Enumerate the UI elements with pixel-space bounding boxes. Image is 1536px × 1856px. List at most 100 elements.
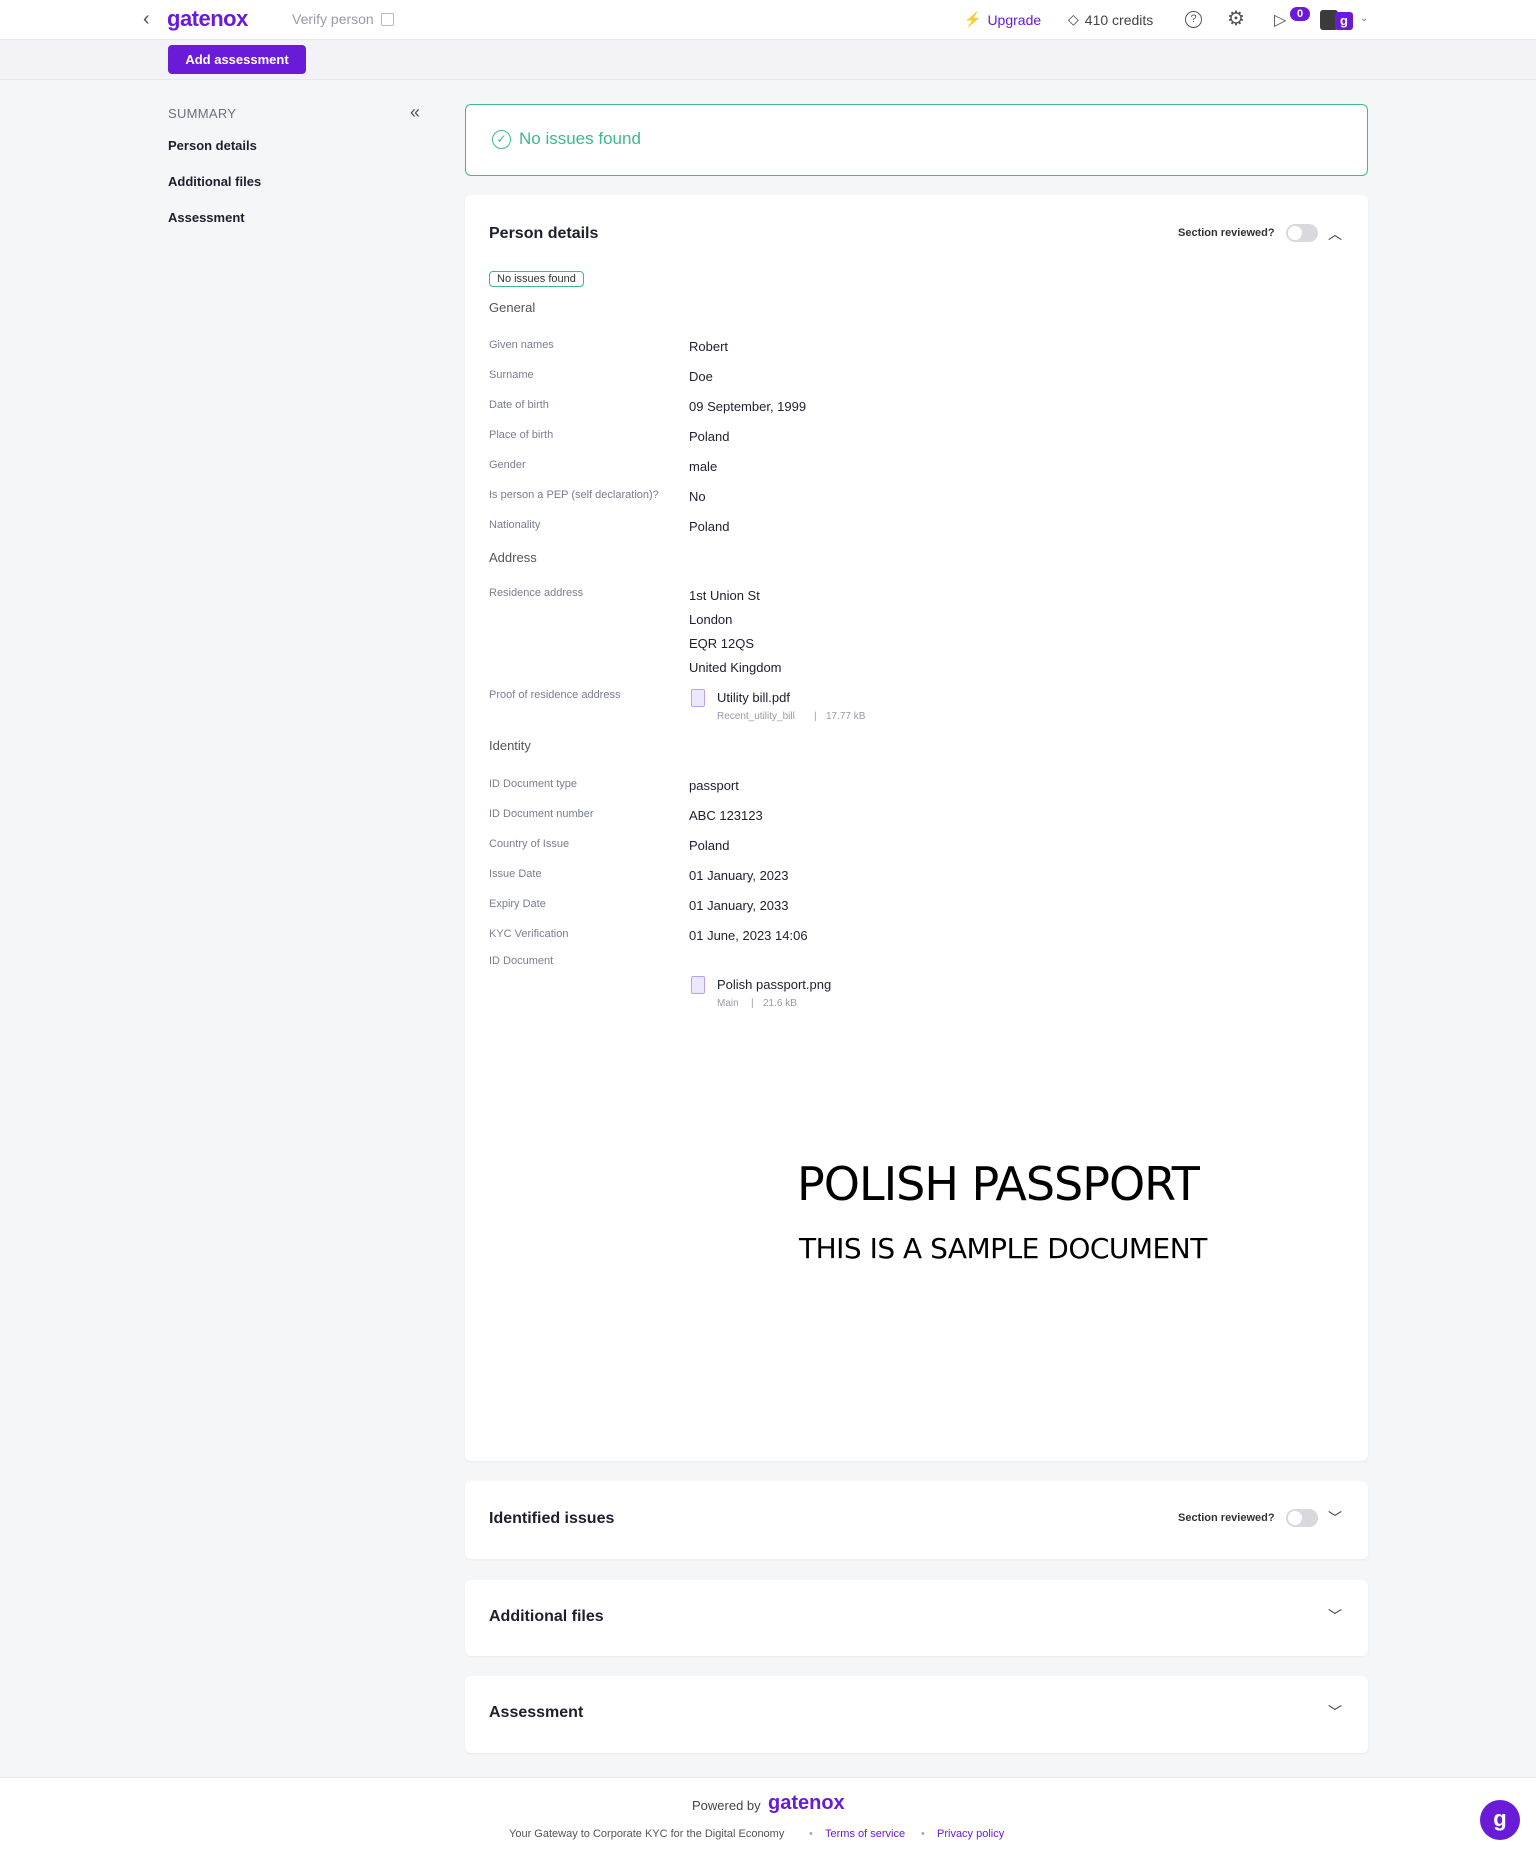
section-reviewed-toggle[interactable] xyxy=(1286,1509,1318,1527)
field-value: 01 January, 2033 xyxy=(689,898,789,913)
chevron-down-icon[interactable]: ﹀ xyxy=(1328,1702,1342,1722)
status-banner-text: No issues found xyxy=(519,129,641,148)
notification-badge: 0 xyxy=(1290,7,1310,21)
field-label: ID Document xyxy=(489,955,554,967)
chevron-down-icon[interactable]: ⌄ xyxy=(1360,13,1368,24)
field-value: 01 June, 2023 14:06 xyxy=(689,928,808,943)
field-label: ID Document number xyxy=(489,808,594,820)
field-value: 01 January, 2023 xyxy=(689,868,789,883)
field-value: male xyxy=(689,459,718,474)
address-heading: Address xyxy=(489,550,537,565)
field-label: Place of birth xyxy=(489,429,554,441)
field-value: ABC 123123 xyxy=(689,808,763,823)
passport-preview-subtitle: THIS IS A SAMPLE DOCUMENT xyxy=(799,1232,1207,1265)
check-circle-icon: ✓ xyxy=(492,130,511,149)
image-file-icon xyxy=(691,976,705,994)
file-size: 17.77 kB xyxy=(826,711,866,722)
chevron-up-icon[interactable]: ︿ xyxy=(1328,224,1342,244)
top-bar: ‹ gatenox Verify person ⚡ Upgrade ◇ 410 … xyxy=(0,0,1536,40)
credits-indicator[interactable]: ◇ 410 credits xyxy=(1068,11,1153,28)
person-details-card: Person details Section reviewed? ︿ No is… xyxy=(465,195,1368,1461)
field-label: Surname xyxy=(489,369,534,381)
credits-label: 410 credits xyxy=(1084,11,1154,28)
field-value: No xyxy=(689,489,706,504)
upgrade-button[interactable]: ⚡ Upgrade xyxy=(964,11,1041,28)
card-title: Additional files xyxy=(489,1608,604,1625)
org-avatar[interactable]: g xyxy=(1335,12,1353,30)
footer-tagline: Your Gateway to Corporate KYC for the Di… xyxy=(509,1828,785,1840)
address-line: London xyxy=(689,612,733,627)
additional-files-card[interactable]: Additional files ﹀ xyxy=(465,1580,1368,1656)
general-heading: General xyxy=(489,300,536,315)
field-label: ID Document type xyxy=(489,778,578,790)
summary-title: SUMMARY xyxy=(168,106,237,121)
verify-person-label: Verify person xyxy=(292,11,374,27)
file-link[interactable]: Utility bill.pdf xyxy=(717,690,790,705)
card-title: Assessment xyxy=(489,1704,584,1721)
card-title: Identified issues xyxy=(489,1510,615,1527)
back-arrow-icon[interactable]: ‹ xyxy=(143,9,161,29)
field-value: Poland xyxy=(689,838,730,853)
address-line: EQR 12QS xyxy=(689,636,755,651)
chat-widget-button[interactable]: g xyxy=(1480,1800,1520,1840)
assessment-card[interactable]: Assessment ﹀ xyxy=(465,1676,1368,1753)
field-label: KYC Verification xyxy=(489,928,569,940)
file-type: Recent_utility_bill xyxy=(717,711,795,722)
collapse-sidebar-icon[interactable]: « xyxy=(410,102,420,123)
field-label: Date of birth xyxy=(489,399,549,411)
upgrade-label: Upgrade xyxy=(987,11,1042,28)
footer-logo[interactable]: gatenox xyxy=(768,1792,845,1815)
card-title: Person details xyxy=(489,225,599,242)
passport-preview-title: POLISH PASSPORT xyxy=(797,1157,1200,1211)
status-banner: ✓ No issues found xyxy=(465,104,1368,176)
section-reviewed-label: Section reviewed? xyxy=(1178,1512,1275,1524)
verify-person-checkbox[interactable] xyxy=(381,13,394,26)
send-icon[interactable]: ▷ xyxy=(1274,10,1286,30)
gear-icon[interactable]: ⚙ xyxy=(1227,9,1245,29)
lightning-icon: ⚡ xyxy=(964,11,982,27)
identity-heading: Identity xyxy=(489,738,531,753)
file-separator: | xyxy=(814,711,817,722)
footer-separator: • xyxy=(921,1828,925,1840)
status-pill: No issues found xyxy=(489,271,584,287)
sidebar-item-additional-files[interactable]: Additional files xyxy=(168,174,261,189)
field-label: Nationality xyxy=(489,519,541,531)
powered-by-label: Powered by xyxy=(692,1798,761,1813)
field-value: Doe xyxy=(689,369,713,384)
field-label: Given names xyxy=(489,339,554,351)
pdf-file-icon xyxy=(691,689,705,707)
app-logo[interactable]: gatenox xyxy=(167,6,248,32)
privacy-policy-link[interactable]: Privacy policy xyxy=(937,1828,1004,1840)
field-value: passport xyxy=(689,778,739,793)
field-label: Issue Date xyxy=(489,868,542,880)
field-label: Residence address xyxy=(489,587,584,599)
chevron-down-icon[interactable]: ﹀ xyxy=(1328,1606,1342,1626)
address-line: United Kingdom xyxy=(689,660,782,675)
sidebar-item-person-details[interactable]: Person details xyxy=(168,138,257,153)
identified-issues-card[interactable]: Identified issues Section reviewed? ﹀ xyxy=(465,1481,1368,1559)
section-reviewed-toggle[interactable] xyxy=(1286,224,1318,242)
section-reviewed-label: Section reviewed? xyxy=(1178,227,1275,239)
field-value: Poland xyxy=(689,429,730,444)
file-type: Main xyxy=(717,998,739,1009)
footer-separator: • xyxy=(809,1828,813,1840)
file-link[interactable]: Polish passport.png xyxy=(717,977,831,992)
field-label: Is person a PEP (self declaration)? xyxy=(489,489,659,501)
file-size: 21.6 kB xyxy=(763,998,797,1009)
terms-of-service-link[interactable]: Terms of service xyxy=(825,1828,905,1840)
sidebar-item-assessment[interactable]: Assessment xyxy=(168,210,245,225)
field-value: 09 September, 1999 xyxy=(689,399,807,414)
add-assessment-button[interactable]: Add assessment xyxy=(168,45,306,74)
field-label: Country of Issue xyxy=(489,838,570,850)
chevron-down-icon[interactable]: ﹀ xyxy=(1328,1508,1342,1528)
field-value: Robert xyxy=(689,339,729,354)
field-value: Poland xyxy=(689,519,730,534)
file-separator: | xyxy=(751,998,754,1009)
address-line: 1st Union St xyxy=(689,588,760,603)
field-label: Proof of residence address xyxy=(489,689,621,701)
footer: Powered by gatenox Your Gateway to Corpo… xyxy=(0,1777,1536,1856)
diamond-icon: ◇ xyxy=(1068,11,1079,27)
help-icon[interactable]: ? xyxy=(1185,11,1202,28)
field-label: Expiry Date xyxy=(489,898,546,910)
field-label: Gender xyxy=(489,459,526,471)
